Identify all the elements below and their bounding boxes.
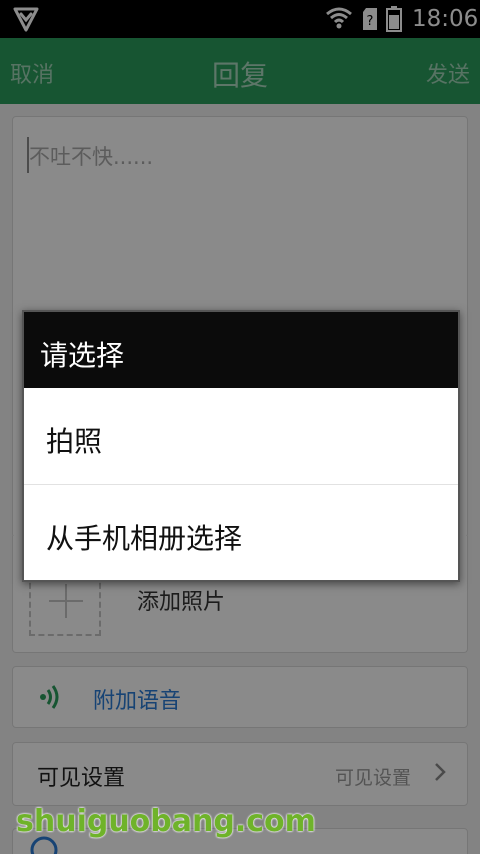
reply-screen: ? 18:06 取消 回复 发送 不吐不快...... 添加照片 附加语音 可见… — [0, 0, 480, 854]
watermark: shuiguobang.com — [16, 804, 316, 839]
choose-dialog: 请选择 拍照 从手机相册选择 — [22, 310, 460, 582]
option-take-photo[interactable]: 拍照 — [24, 388, 458, 485]
option-take-photo-label: 拍照 — [46, 425, 103, 458]
dialog-title: 请选择 — [40, 339, 125, 372]
dialog-title-bar: 请选择 — [24, 312, 458, 388]
option-choose-from-album[interactable]: 从手机相册选择 — [24, 485, 458, 581]
option-choose-from-album-label: 从手机相册选择 — [46, 522, 243, 555]
